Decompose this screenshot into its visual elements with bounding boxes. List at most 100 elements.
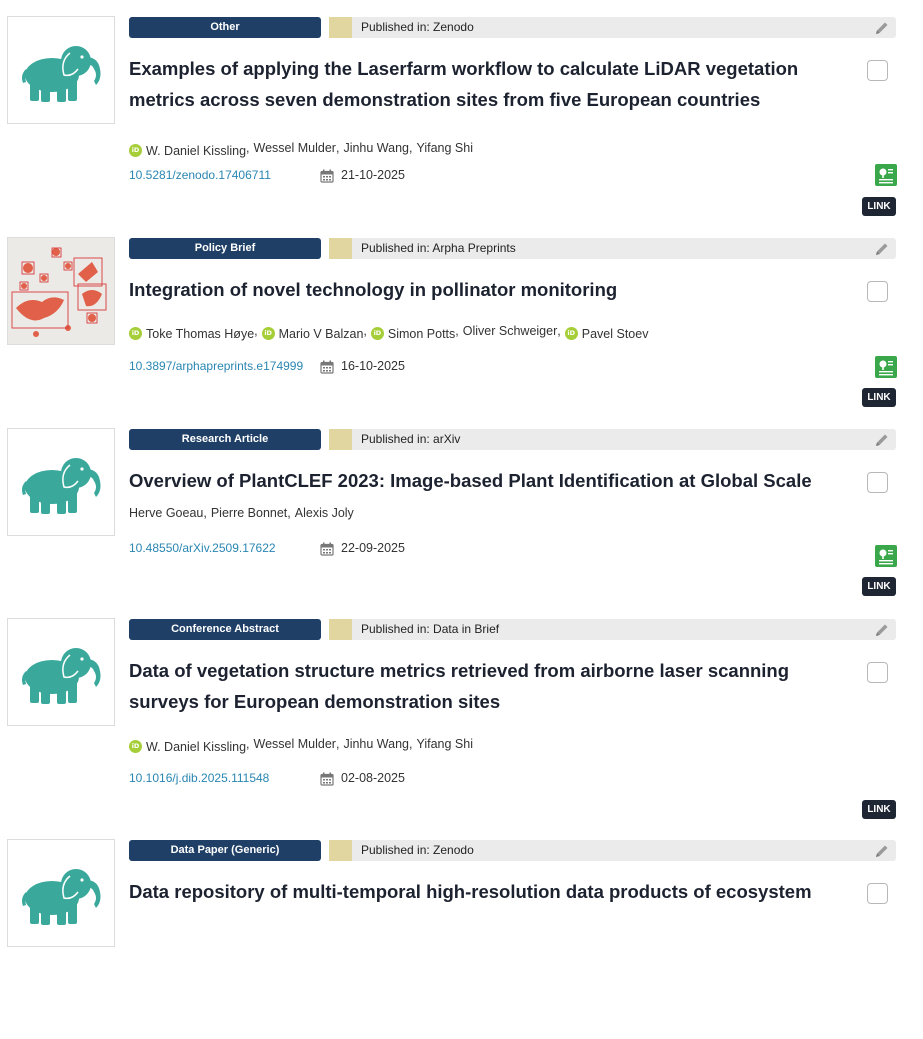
elephant-icon [22,648,101,704]
link-button[interactable]: LINK [862,388,896,407]
author-name: Jinhu Wang [343,737,409,751]
author-separator: , [335,737,340,751]
author[interactable]: Pierre Bonnet [211,505,287,521]
orcid-icon[interactable]: iD [370,327,384,340]
author-list: iD W. Daniel Kissling, Wessel Mulder, Jinhu… [129,736,473,755]
author-name: Herve Goeau [129,506,204,520]
select-checkbox[interactable] [867,662,888,683]
publication-date: 02-08-2025 [341,771,405,785]
result-entry: Data Paper (Generic) Published in: Zenodo… [0,839,923,1039]
link-button[interactable]: LINK [862,800,896,819]
author-name: Yifang Shi [416,737,474,751]
orcid-icon[interactable]: iD [261,327,275,340]
author-name: Simon Potts [387,326,456,341]
title-line: surveys for European demonstration sites [129,691,501,712]
publisher-swatch [329,429,352,450]
select-checkbox[interactable] [867,281,888,302]
title-line: Data of vegetation structure metrics ret… [129,660,790,681]
type-badge: Research Article [129,429,321,450]
title-line: Examples of applying the Laserfarm workf… [129,58,799,79]
orcid-icon[interactable]: iD [129,327,142,340]
author-name: Pavel Stoev [581,326,649,341]
title-line: Integration of novel technology in polli… [129,279,618,300]
select-checkbox[interactable] [867,472,888,493]
author[interactable]: Wessel Mulder [254,140,336,156]
elephant-icon [22,46,101,102]
author[interactable]: iD Toke Thomas Høye [129,326,254,342]
doi-link[interactable]: 10.1016/j.dib.2025.111548 [129,771,269,785]
link-button[interactable]: LINK [862,577,896,596]
doi-link[interactable]: 10.48550/arXiv.2509.17622 [129,541,276,555]
result-title[interactable]: Integration of novel technology in polli… [129,274,829,305]
author-list: Herve Goeau, Pierre Bonnet, Alexis Joly [129,505,354,521]
author-list: iD Toke Thomas Høye, iD Mario V Balzan, iD Si… [129,323,648,342]
author-name: Wessel Mulder [253,737,336,751]
author[interactable]: Herve Goeau [129,505,203,521]
orcid-icon[interactable]: iD [129,144,142,157]
author-separator: , [287,506,291,520]
result-title[interactable]: Data repository of multi-temporal high-r… [129,876,829,907]
author-name: Pierre Bonnet [210,506,288,520]
author[interactable]: Yifang Shi [416,140,473,156]
elephant-icon [22,869,101,925]
result-title[interactable]: Data of vegetation structure metrics ret… [129,655,829,717]
dataset-icon[interactable] [875,545,897,567]
type-badge: Policy Brief [129,238,321,259]
publisher-bar: Published in: Arpha Preprints [329,238,896,259]
author-separator: , [409,141,413,155]
moths-photo [8,238,114,344]
author-name: Mario V Balzan [278,326,364,341]
author-separator: , [557,324,561,338]
result-thumbnail[interactable] [7,618,115,726]
type-badge: Data Paper (Generic) [129,840,321,861]
type-badge: Other [129,17,321,38]
author[interactable]: Alexis Joly [295,505,354,521]
pencil-icon[interactable] [874,843,890,859]
link-button[interactable]: LINK [862,197,896,216]
orcid-icon[interactable]: iD [564,327,578,340]
result-thumbnail[interactable] [7,16,115,124]
orcid-icon[interactable]: iD [129,740,142,753]
pencil-icon[interactable] [874,622,890,638]
publisher-swatch [329,17,352,38]
author[interactable]: Jinhu Wang [343,736,409,752]
doi-link[interactable]: 10.5281/zenodo.17406711 [129,168,271,182]
author-separator: , [203,506,207,520]
author-name: Toke Thomas Høye [146,326,255,341]
author[interactable]: iD W. Daniel Kissling [129,739,246,755]
author[interactable]: iD Mario V Balzan [261,326,364,342]
result-thumbnail[interactable] [7,839,115,947]
result-thumbnail[interactable] [7,237,115,345]
publisher-swatch [329,619,352,640]
author[interactable]: Wessel Mulder [254,736,336,752]
author-list: iD W. Daniel Kissling, Wessel Mulder, Jinhu… [129,140,473,159]
dataset-icon[interactable] [875,164,897,186]
author[interactable]: Yifang Shi [416,736,473,752]
author[interactable]: Jinhu Wang [343,140,409,156]
author[interactable]: iD Simon Potts [370,326,456,342]
result-entry: Policy Brief Published in: Arpha Preprint… [0,237,923,437]
author-separator: , [409,737,413,751]
published-in-label: Published in: Zenodo [361,843,474,857]
pencil-icon[interactable] [874,241,890,257]
select-checkbox[interactable] [867,883,888,904]
pencil-icon[interactable] [874,20,890,36]
published-in-label: Published in: arXiv [361,432,461,446]
result-title[interactable]: Overview of PlantCLEF 2023: Image-based … [129,465,829,496]
pencil-icon[interactable] [874,432,890,448]
author[interactable]: iD Pavel Stoev [564,326,649,342]
author[interactable]: Oliver Schweiger [463,323,557,339]
dataset-icon[interactable] [875,356,897,378]
doi-link[interactable]: 10.3897/arphapreprints.e174999 [129,359,303,373]
result-thumbnail[interactable] [7,428,115,536]
select-checkbox[interactable] [867,60,888,81]
author-name: Wessel Mulder [253,141,336,155]
elephant-icon [22,458,101,514]
result-title[interactable]: Examples of applying the Laserfarm workf… [129,53,829,115]
author-name: Yifang Shi [416,141,474,155]
author[interactable]: iD W. Daniel Kissling [129,143,246,159]
publisher-swatch [329,840,352,861]
calendar-icon [320,542,334,556]
author-name: W. Daniel Kissling [146,739,247,754]
result-entry: Other Published in: Zenodo Examples of app… [0,16,923,216]
